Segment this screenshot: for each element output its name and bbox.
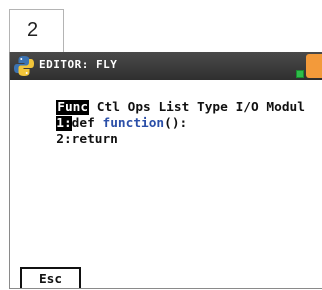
screenshot-frame: 2 EDITOR: FLY Func Ctl Ops List Type I/O…: [0, 0, 322, 290]
line-number: 2:: [56, 132, 72, 147]
step-badge: 2: [9, 9, 64, 53]
menu-item-modul[interactable]: Modul: [266, 100, 305, 115]
python-icon: [14, 56, 34, 76]
menu-item-io[interactable]: I/O: [236, 100, 259, 115]
softkey-divider: [10, 288, 322, 289]
function-signature: ():: [164, 116, 188, 131]
return-keyword: return: [71, 132, 118, 147]
menu-bar: Func Ctl Ops List Type I/O Modul: [10, 84, 305, 115]
title-bar: EDITOR: FLY: [10, 52, 322, 80]
battery-icon: [306, 54, 322, 78]
menu-item-type[interactable]: Type: [197, 100, 228, 115]
esc-button[interactable]: Esc: [20, 267, 81, 288]
editor-title: EDITOR: FLY: [39, 58, 118, 71]
step-number: 2: [26, 19, 39, 41]
calculator-screen: EDITOR: FLY Func Ctl Ops List Type I/O M…: [9, 52, 322, 289]
code-line-2[interactable]: 2:return: [10, 116, 118, 147]
code-line-1[interactable]: 1:def function():: [10, 100, 187, 131]
status-indicator-icon: [296, 70, 304, 78]
